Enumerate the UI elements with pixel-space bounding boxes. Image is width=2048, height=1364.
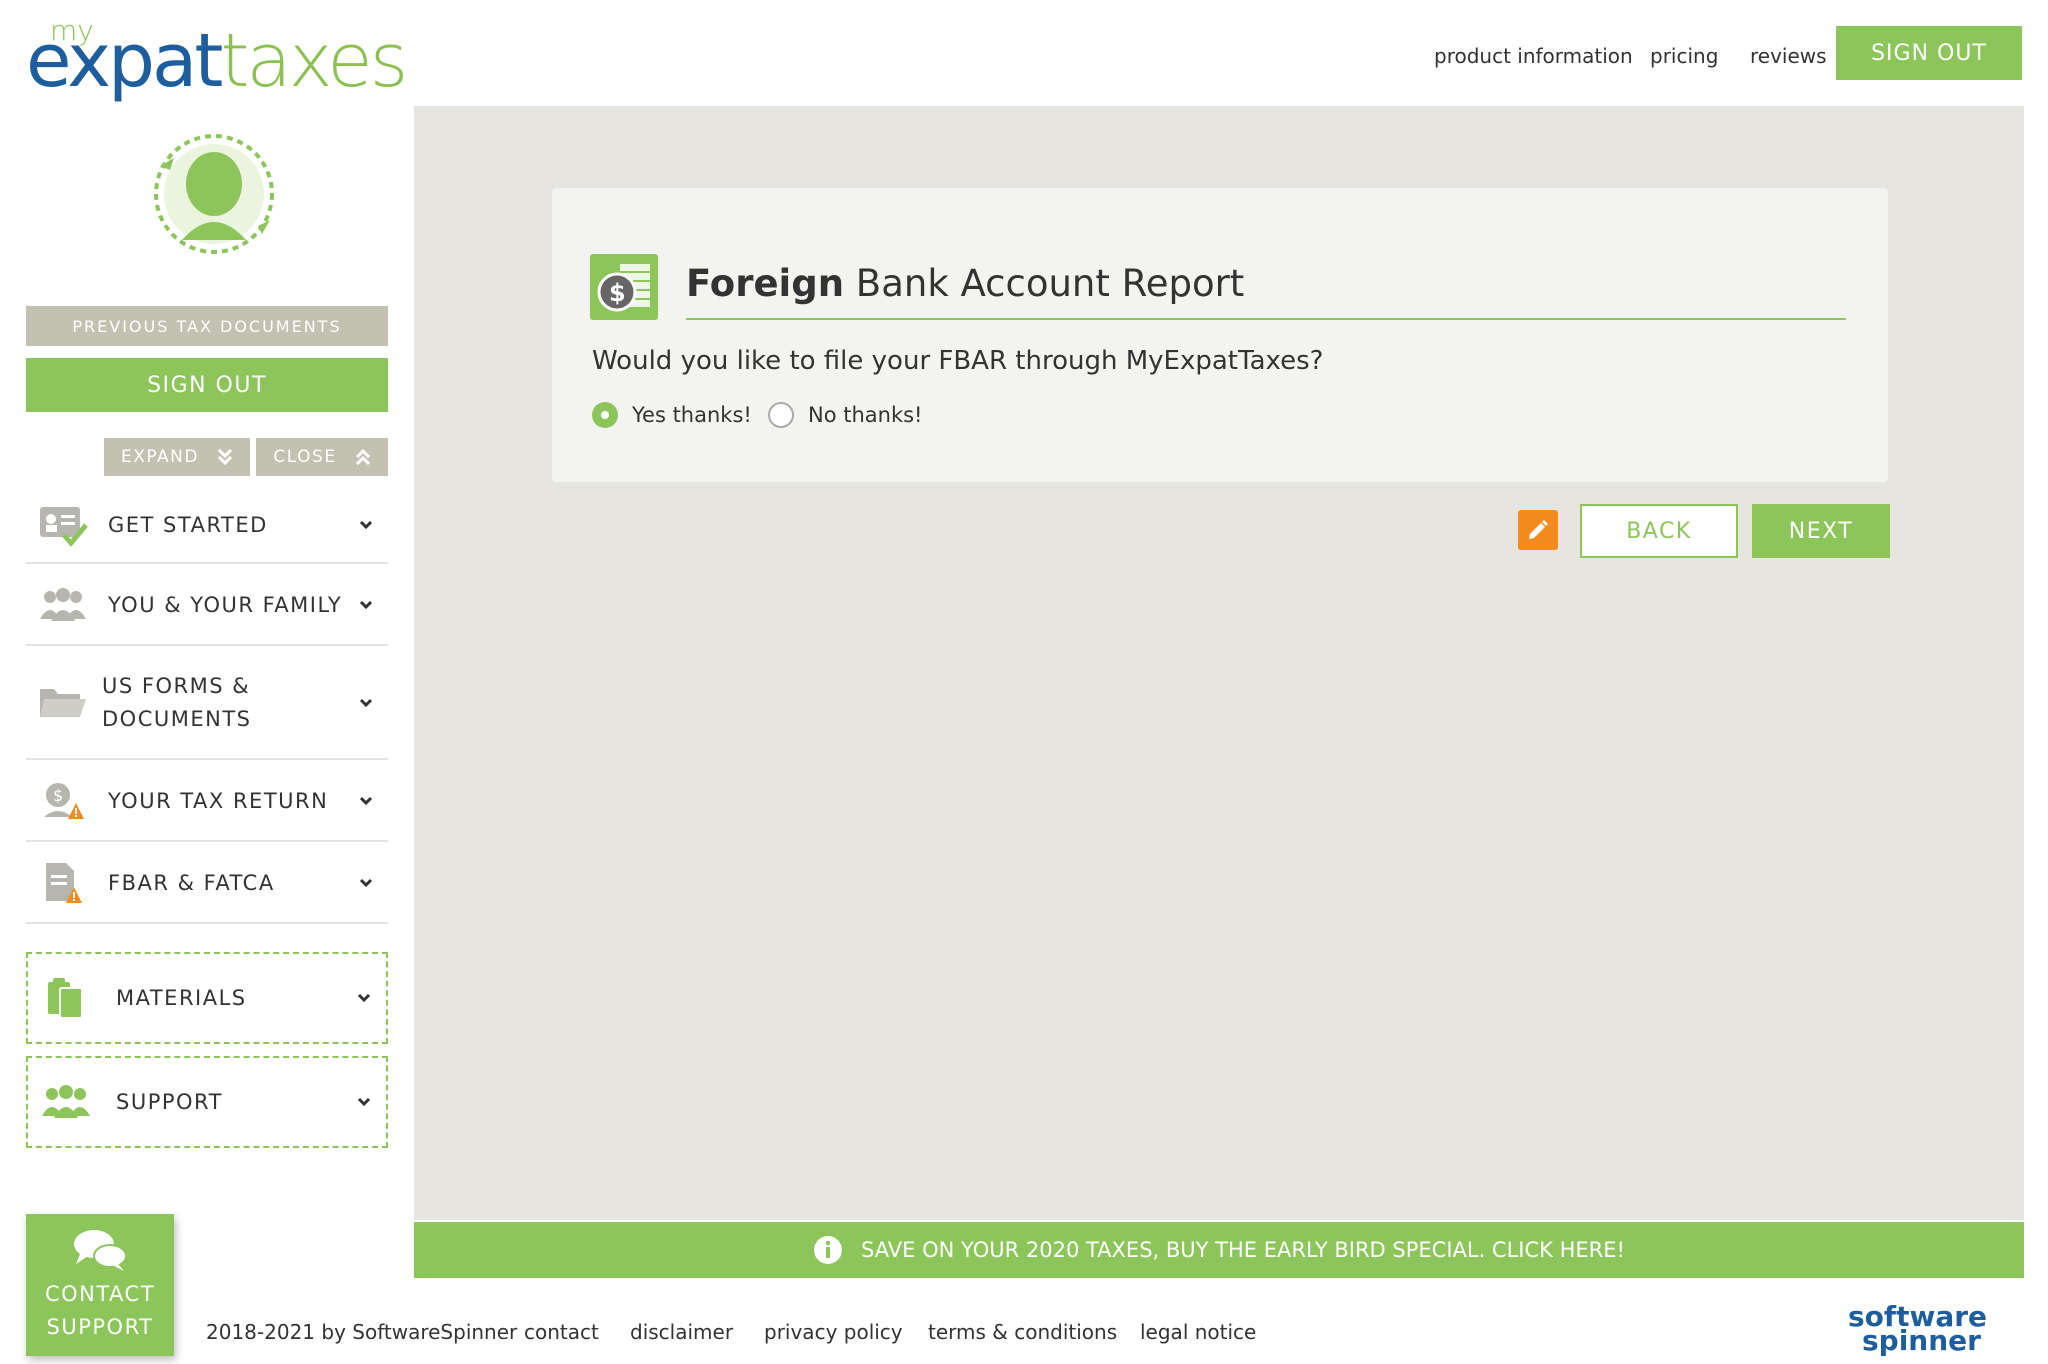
chevron-down-icon xyxy=(359,600,373,610)
sidebar-sign-out-button[interactable]: SIGN OUT xyxy=(26,358,388,412)
sidebar-item-label: SUPPORT xyxy=(116,1090,223,1114)
double-chevron-up-icon xyxy=(355,448,370,466)
logo-wordmark: expattaxes xyxy=(26,24,408,98)
back-button[interactable]: BACK xyxy=(1580,504,1738,558)
contact-support-line2: SUPPORT xyxy=(46,1315,154,1339)
page-title-bold: Foreign xyxy=(686,262,845,305)
sidebar-item-label: YOU & YOUR FAMILY xyxy=(108,592,343,617)
tax-return-warning-icon: $ xyxy=(44,783,84,819)
double-chevron-down-icon xyxy=(217,448,233,466)
radio-option-no[interactable]: No thanks! xyxy=(768,402,922,428)
footer-link-contact[interactable]: contact xyxy=(524,1320,599,1344)
chevron-down-icon xyxy=(357,993,371,1003)
previous-tax-documents-button[interactable]: PREVIOUS TAX DOCUMENTS xyxy=(26,306,388,346)
footer-link-privacy-policy[interactable]: privacy policy xyxy=(764,1320,903,1344)
expand-all-button[interactable]: EXPAND xyxy=(104,438,250,476)
page-title-rest: Bank Account Report xyxy=(844,262,1245,305)
close-label: CLOSE xyxy=(273,447,337,467)
radio-option-yes[interactable]: Yes thanks! xyxy=(592,402,752,428)
chevron-down-icon xyxy=(359,698,373,708)
footer-link-legal-notice[interactable]: legal notice xyxy=(1140,1320,1256,1344)
radio-option-label: Yes thanks! xyxy=(632,403,752,427)
collapse-all-button[interactable]: CLOSE xyxy=(256,438,388,476)
group-icon xyxy=(42,1085,90,1118)
sidebar-item-you-and-your-family[interactable]: YOU & YOUR FAMILY xyxy=(26,566,388,646)
nav-link-product-information[interactable]: product information xyxy=(1434,44,1633,68)
sidebar-item-label: YOUR TAX RETURN xyxy=(108,788,329,813)
sidebar-item-your-tax-return[interactable]: $ YOUR TAX RETURN xyxy=(26,762,388,842)
footer-copyright: 2018-2021 by SoftwareSpinner xyxy=(206,1320,518,1344)
expand-label: EXPAND xyxy=(121,447,199,467)
radio-selected-indicator[interactable] xyxy=(592,402,618,428)
folder-icon xyxy=(40,689,86,717)
promo-text: SAVE ON YOUR 2020 TAXES, BUY THE EARLY B… xyxy=(861,1238,1625,1262)
logo-expat: expat xyxy=(26,18,223,104)
user-globe-icon xyxy=(154,134,274,254)
id-card-check-icon xyxy=(40,507,88,547)
question-card xyxy=(552,188,1888,482)
contact-support-line1: CONTACT xyxy=(44,1282,156,1306)
footer-link-disclaimer[interactable]: disclaimer xyxy=(630,1320,733,1344)
nav-link-reviews[interactable]: reviews xyxy=(1750,44,1827,68)
clipboard-icon xyxy=(48,978,83,1019)
svg-text:$: $ xyxy=(609,279,626,307)
info-icon xyxy=(814,1236,843,1264)
family-icon xyxy=(40,588,86,621)
sidebar-item-materials[interactable]: MATERIALS xyxy=(26,952,388,1044)
app-logo[interactable]: my expattaxes xyxy=(26,14,408,104)
sidebar-item-label-line1: US FORMS & xyxy=(102,674,251,698)
svg-text:$: $ xyxy=(53,786,63,805)
chevron-down-icon xyxy=(357,1097,371,1107)
partner-logo-line2: spinner xyxy=(1862,1324,1981,1356)
sidebar-item-get-started[interactable]: GET STARTED xyxy=(26,488,388,564)
next-button[interactable]: NEXT xyxy=(1752,504,1890,558)
app-root: my expattaxes product information pricin… xyxy=(0,0,2048,1364)
radio-option-label: No thanks! xyxy=(808,403,923,427)
dollar-coin-stack-icon: $ xyxy=(590,254,658,320)
document-warning-icon xyxy=(46,863,82,903)
chevron-down-icon xyxy=(359,878,373,888)
fbar-question-text: Would you like to file your FBAR through… xyxy=(592,346,1324,376)
sidebar-item-label-line2: DOCUMENTS xyxy=(102,707,252,731)
radio-unselected-indicator[interactable] xyxy=(768,402,794,428)
logo-taxes: taxes xyxy=(220,18,408,104)
sidebar-item-label: GET STARTED xyxy=(108,512,268,537)
page-title: Foreign Bank Account Report xyxy=(686,262,1846,320)
early-bird-promo-banner[interactable]: SAVE ON YOUR 2020 TAXES, BUY THE EARLY B… xyxy=(414,1222,2024,1278)
edit-button[interactable] xyxy=(1518,510,1558,550)
contact-support-button[interactable]: CONTACT SUPPORT xyxy=(26,1214,174,1356)
nav-link-pricing[interactable]: pricing xyxy=(1650,44,1718,68)
sidebar-item-label: MATERIALS xyxy=(116,986,247,1010)
sidebar-item-us-forms-and-documents[interactable]: US FORMS & DOCUMENTS xyxy=(26,648,388,760)
header-sign-out-button[interactable]: SIGN OUT xyxy=(1836,26,2022,80)
chevron-down-icon xyxy=(359,796,373,806)
sidebar-item-label: US FORMS & DOCUMENTS xyxy=(102,670,252,736)
sidebar-item-support[interactable]: SUPPORT xyxy=(26,1056,388,1148)
chevron-down-icon xyxy=(359,520,373,530)
pencil-icon xyxy=(1529,520,1548,539)
sidebar-item-label: FBAR & FATCA xyxy=(108,870,275,895)
footer-link-terms-and-conditions[interactable]: terms & conditions xyxy=(928,1320,1117,1344)
sidebar-item-fbar-and-fatca[interactable]: FBAR & FATCA xyxy=(26,844,388,924)
chat-bubbles-icon xyxy=(74,1230,127,1271)
software-spinner-logo[interactable]: software spinner xyxy=(1846,1300,2006,1356)
